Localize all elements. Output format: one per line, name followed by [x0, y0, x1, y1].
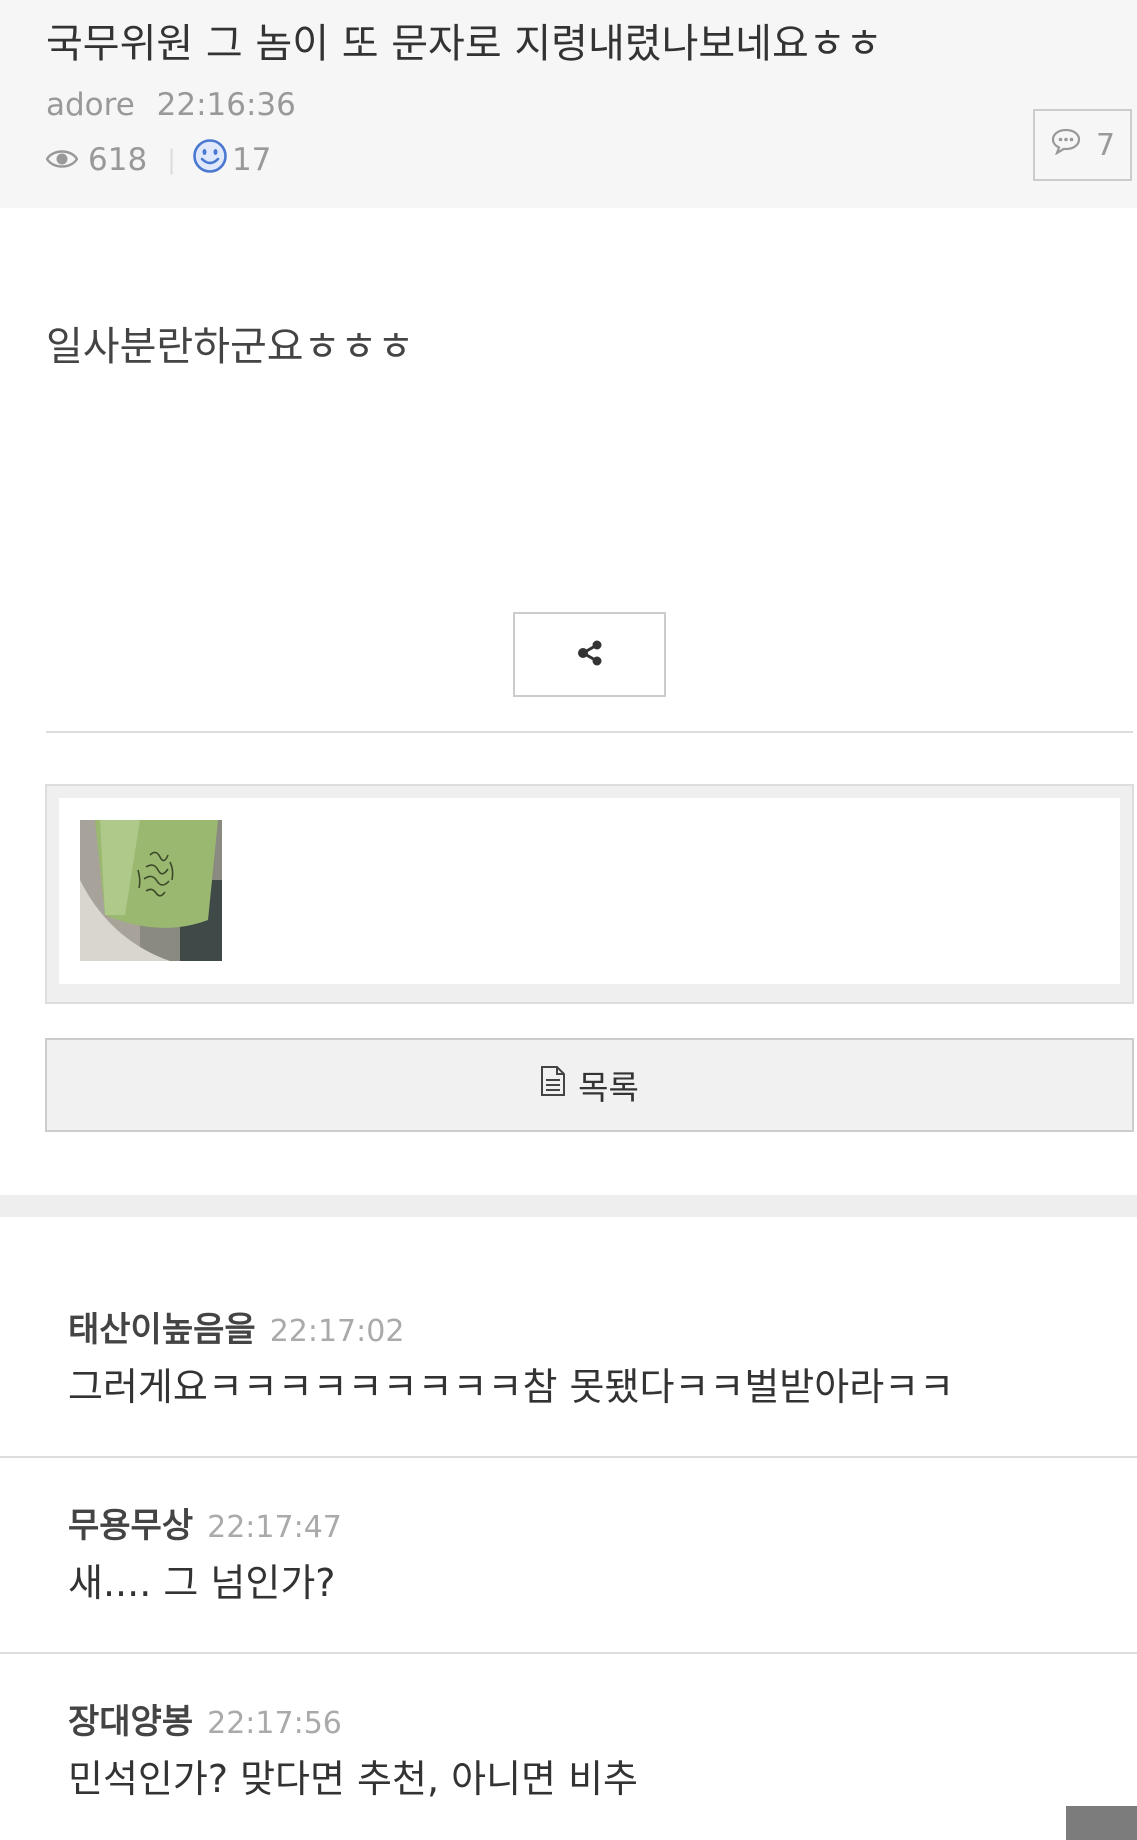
- comment-time: 22:17:47: [207, 1510, 342, 1545]
- comment-time: 22:17:02: [269, 1314, 405, 1349]
- comment-text: 민석인가? 맞다면 추천, 아니면 비추: [68, 1757, 639, 1801]
- comment-text: 새.... 그 넘인가?: [68, 1561, 336, 1605]
- section-band: [0, 1195, 1137, 1217]
- stats-separator: |: [167, 145, 176, 175]
- comment-author[interactable]: 장대양봉: [68, 1702, 193, 1742]
- comment-count-button[interactable]: 7: [1033, 109, 1132, 181]
- comment-author-line: 태산이높음을 22:17:02: [68, 1302, 404, 1351]
- comment-author[interactable]: 무용무상: [68, 1506, 193, 1546]
- post-header: 국무위원 그 놈이 또 문자로 지령내렸나보네요ㅎㅎ adore 22:16:3…: [0, 0, 1137, 208]
- comment-text: 그러게요ㅋㅋㅋㅋㅋㅋㅋㅋㅋ참 못됐다ㅋㅋ벌받아라ㅋㅋ: [68, 1365, 955, 1409]
- scroll-to-top-button[interactable]: [1066, 1806, 1137, 1840]
- content-divider: [46, 731, 1133, 733]
- post-body: 일사분란하군요ㅎㅎㅎ: [46, 324, 414, 370]
- comment-author-line: 장대양봉 22:17:56: [68, 1694, 342, 1743]
- share-icon: [576, 640, 604, 670]
- comment-item: 무용무상 22:17:47 새.... 그 넘인가?: [0, 1490, 1137, 1650]
- comment-divider: [0, 1652, 1137, 1654]
- attachment-thumbnail[interactable]: [80, 820, 222, 961]
- comment-item: 태산이높음을 22:17:02 그러게요ㅋㅋㅋㅋㅋㅋㅋㅋㅋ참 못됐다ㅋㅋ벌받아라ㅋ…: [0, 1294, 1137, 1454]
- attachment-list: [59, 798, 1120, 984]
- list-button[interactable]: 목록: [45, 1038, 1134, 1132]
- comment-time: 22:17:56: [207, 1706, 342, 1741]
- eye-icon: [45, 142, 79, 178]
- post-time: 22:16:36: [156, 87, 296, 123]
- speech-bubble-icon: [1050, 127, 1082, 163]
- attachment-box: [45, 784, 1134, 1004]
- post-author[interactable]: adore: [46, 87, 135, 123]
- post-meta: adore 22:16:36: [46, 87, 296, 123]
- document-icon: [540, 1065, 566, 1105]
- list-button-label: 목록: [578, 1068, 639, 1107]
- post-title: 국무위원 그 놈이 또 문자로 지령내렸나보네요ㅎㅎ: [46, 21, 883, 67]
- comment-divider: [0, 1456, 1137, 1458]
- smiley-icon[interactable]: [192, 138, 228, 182]
- comment-author-line: 무용무상 22:17:47: [68, 1498, 342, 1547]
- share-button[interactable]: [513, 612, 666, 697]
- post-stats: 618 | 17: [45, 138, 272, 182]
- view-count: 618: [88, 142, 148, 178]
- comment-count: 7: [1095, 127, 1116, 163]
- comment-author[interactable]: 태산이높음을: [68, 1310, 256, 1350]
- like-count: 17: [231, 142, 272, 178]
- comment-item: 장대양봉 22:17:56 민석인가? 맞다면 추천, 아니면 비추: [0, 1686, 1137, 1836]
